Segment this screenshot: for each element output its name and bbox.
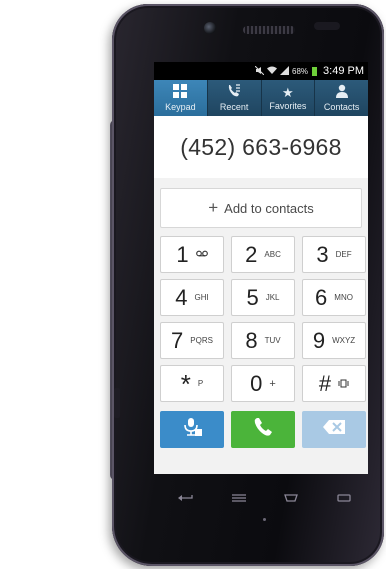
key-digit: 9 — [312, 327, 326, 353]
key-0[interactable]: 0 + — [231, 365, 295, 402]
key-7[interactable]: 7 PQRS — [160, 322, 224, 359]
key-letters: MNO — [334, 293, 353, 302]
key-letters: + — [269, 377, 276, 390]
status-bar: 68% 3:49 PM — [154, 62, 368, 80]
dialer-actions — [160, 411, 368, 448]
tab-label: Favorites — [269, 100, 307, 111]
key-letters: P — [197, 379, 204, 388]
key-digit: 2 — [245, 241, 258, 267]
battery-icon — [312, 66, 318, 76]
key-2[interactable]: 2 ABC — [231, 236, 295, 273]
phone-icon — [253, 417, 273, 442]
key-9[interactable]: 9 WXYZ — [302, 322, 366, 359]
tab-label: Contacts — [323, 102, 360, 112]
voicemail-icon — [195, 249, 208, 260]
dialer-tabs: Keypad Recent ★ Favorites Contacts — [154, 80, 368, 116]
star-icon: ★ — [282, 84, 294, 100]
key-6[interactable]: 6 MNO — [302, 279, 366, 316]
tab-label: Keypad — [165, 102, 196, 112]
delete-button[interactable] — [302, 411, 366, 448]
earpiece-speaker — [243, 26, 295, 34]
vibrate-icon — [338, 375, 349, 393]
key-5[interactable]: 5 JKL — [231, 279, 295, 316]
video-call-icon — [181, 416, 203, 443]
home-icon[interactable] — [282, 490, 300, 506]
key-digit: 4 — [175, 284, 188, 310]
side-key[interactable] — [114, 388, 120, 418]
tab-label: Recent — [219, 102, 249, 112]
key-digit: 6 — [315, 284, 328, 310]
add-to-contacts-label: Add to contacts — [224, 200, 314, 216]
dialed-number[interactable]: (452) 663-6968 — [154, 116, 368, 178]
microphone-hole — [263, 518, 266, 521]
call-button[interactable] — [231, 411, 295, 448]
key-hash[interactable]: # — [302, 365, 366, 402]
key-letters: JKL — [265, 293, 280, 302]
key-letters: PQRS — [190, 336, 213, 345]
key-digit: 3 — [316, 241, 329, 267]
keypad: 1 2 ABC 3 DEF 4 GHI 5 JKL 6 MNO 7 PQRS 8… — [160, 236, 368, 402]
tab-recent[interactable]: Recent — [208, 80, 262, 116]
key-letters: TUV — [264, 336, 281, 345]
plus-icon: + — [208, 198, 219, 217]
key-digit: 7 — [171, 327, 184, 353]
wifi-icon — [267, 66, 278, 77]
key-digit: # — [318, 370, 332, 396]
dialer-screen: 68% 3:49 PM Keypad Recent ★ Favorites Co… — [154, 62, 368, 474]
status-time: 3:49 PM — [323, 65, 364, 77]
key-4[interactable]: 4 GHI — [160, 279, 224, 316]
tab-keypad[interactable]: Keypad — [154, 80, 208, 116]
front-camera — [204, 22, 216, 34]
key-letters: DEF — [335, 250, 352, 259]
key-star[interactable]: * P — [160, 365, 224, 402]
key-letters: ABC — [264, 250, 281, 259]
mute-icon — [254, 65, 265, 77]
key-digit: * — [180, 368, 191, 399]
key-8[interactable]: 8 TUV — [231, 322, 295, 359]
key-3[interactable]: 3 DEF — [302, 236, 366, 273]
key-digit: 8 — [245, 327, 258, 353]
key-digit: 5 — [246, 284, 259, 310]
key-1[interactable]: 1 — [160, 236, 224, 273]
tab-contacts[interactable]: Contacts — [315, 80, 368, 116]
key-letters: WXYZ — [332, 336, 356, 345]
key-letters: GHI — [194, 293, 209, 302]
recent-calls-icon — [227, 84, 241, 101]
recent-apps-icon[interactable] — [335, 490, 353, 506]
add-to-contacts-button[interactable]: + Add to contacts — [160, 188, 362, 228]
tab-favorites[interactable]: ★ Favorites — [262, 80, 316, 116]
proximity-sensor — [314, 22, 340, 30]
signal-icon — [280, 65, 290, 77]
keypad-icon — [173, 84, 188, 101]
battery-percent: 68% — [292, 66, 309, 76]
video-call-button[interactable] — [160, 411, 224, 448]
key-digit: 0 — [250, 370, 263, 396]
contacts-icon — [335, 84, 349, 101]
backspace-icon — [322, 419, 346, 440]
back-icon[interactable] — [177, 490, 195, 506]
hardware-keys — [160, 488, 370, 508]
key-digit: 1 — [176, 241, 189, 267]
menu-icon[interactable] — [230, 490, 248, 506]
